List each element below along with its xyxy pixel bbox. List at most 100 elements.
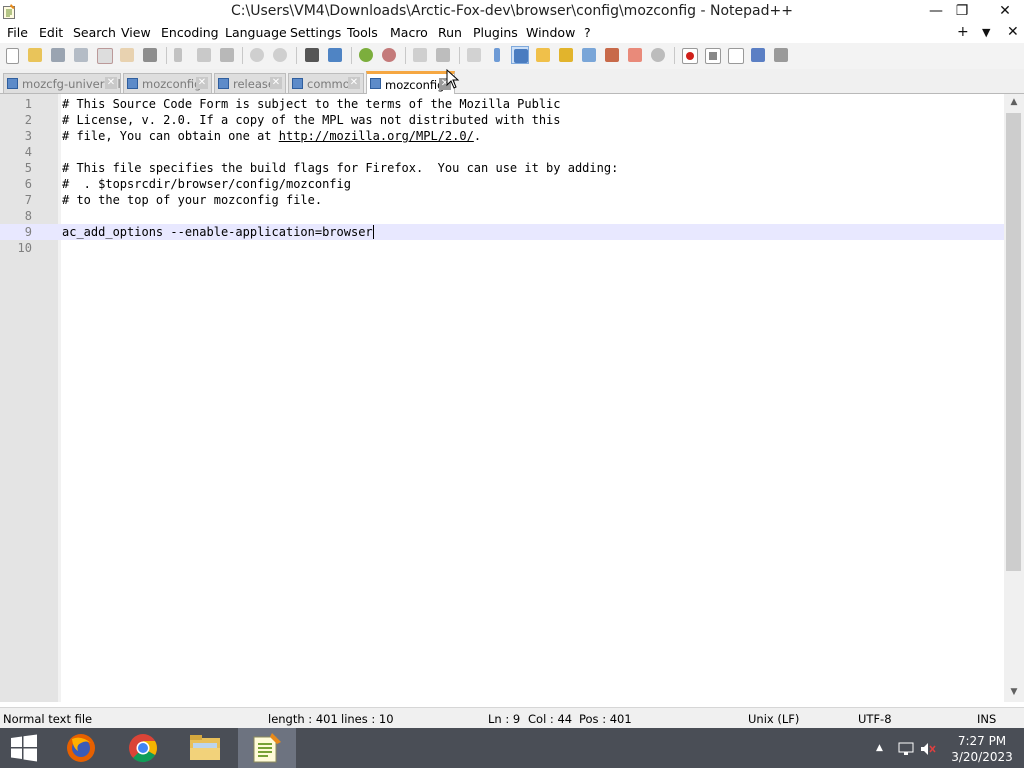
editor-line[interactable]: 4 [0,144,1004,160]
tab-mozcfg-universal[interactable]: mozcfg-universal ✕ [3,73,121,93]
menu-edit[interactable]: Edit [39,25,63,40]
function-list-icon[interactable] [603,46,621,64]
tab-mozconfig-1[interactable]: mozconfig ✕ [123,73,212,93]
document-list-icon[interactable] [580,46,598,64]
menu-view[interactable]: View [121,25,151,40]
run-macro-multiple-icon[interactable] [749,46,767,64]
menu-help[interactable]: ? [584,25,591,40]
menu-language[interactable]: Language [225,25,287,40]
word-wrap-icon[interactable] [465,46,483,64]
sync-horizontal-scroll-icon[interactable] [434,46,452,64]
menu-window[interactable]: Window [526,25,575,40]
user-defined-language-icon[interactable] [534,46,552,64]
scroll-up-icon[interactable]: ▲ [1004,94,1024,111]
scroll-thumb[interactable] [1006,113,1021,571]
vertical-scrollbar[interactable]: ▲ ▼ [1004,94,1024,702]
position-status: Pos : 401 [579,712,632,726]
zoom-in-icon[interactable] [357,46,375,64]
undo-icon[interactable] [248,46,266,64]
show-all-characters-icon[interactable] [488,46,506,64]
tab-common[interactable]: common ✕ [288,73,364,93]
record-macro-icon[interactable] [680,46,698,64]
editor-line[interactable]: 7 # to the top of your mozconfig file. [0,192,1004,208]
print-icon[interactable] [141,46,159,64]
tab-list-dropdown-icon[interactable]: ▼ [982,26,990,39]
menu-bar: File Edit Search View Encoding Language … [0,23,1024,43]
folder-as-workspace-icon[interactable] [626,46,644,64]
title-bar: C:\Users\VM4\Downloads\Arctic-Fox-dev\br… [0,0,1024,23]
close-document-icon[interactable]: ✕ [1007,24,1019,40]
new-tab-plus-icon[interactable]: + [957,24,969,40]
tab-close-icon[interactable]: ✕ [196,77,208,89]
sync-vertical-scroll-icon[interactable] [411,46,429,64]
editor-line[interactable]: 8 [0,208,1004,224]
menu-file[interactable]: File [7,25,28,40]
eol-format-status[interactable]: Unix (LF) [748,712,799,726]
monitoring-icon[interactable] [649,46,667,64]
clock[interactable]: 7:27 PM 3/20/2023 [942,733,1022,765]
menu-run[interactable]: Run [438,25,462,40]
network-icon[interactable] [898,742,914,756]
status-bar: Normal text file length : 401 lines : 10… [0,707,1024,729]
menu-tools[interactable]: Tools [347,25,378,40]
menu-encoding[interactable]: Encoding [161,25,219,40]
line-text-segment: # to the top of your mozconfig file. [62,193,323,207]
tab-close-icon[interactable]: ✕ [105,77,117,89]
editor-line[interactable]: 9 ac_add_options --enable-application=bro… [0,224,1004,240]
zoom-out-icon[interactable] [380,46,398,64]
tray-overflow-icon[interactable]: ▲ [876,743,883,753]
volume-muted-icon[interactable] [920,742,936,756]
copy-icon[interactable] [195,46,213,64]
url-link[interactable]: http://mozilla.org/MPL/2.0/ [279,129,474,143]
editor-line[interactable]: 3 # file, You can obtain one at http://mo… [0,128,1004,144]
encoding-status[interactable]: UTF-8 [858,712,892,726]
playback-macro-icon[interactable] [726,46,744,64]
tab-label: release [233,77,275,91]
scroll-down-icon[interactable]: ▼ [1004,684,1024,701]
editor-area[interactable]: 1 # This Source Code Form is subject to t… [0,94,1004,702]
menu-settings[interactable]: Settings [290,25,341,40]
notepad-plus-plus-icon [253,733,281,763]
paste-icon[interactable] [218,46,236,64]
editor-line[interactable]: 1 # This Source Code Form is subject to t… [0,96,1004,112]
replace-icon[interactable] [326,46,344,64]
save-icon[interactable] [49,46,67,64]
text-caret [372,225,374,239]
tab-mozconfig-active[interactable]: mozconfig ✕ [366,71,455,96]
menu-macro[interactable]: Macro [390,25,428,40]
tab-release[interactable]: release ✕ [214,73,286,93]
document-icon [218,78,229,89]
restore-button[interactable]: ❐ [947,1,977,21]
new-file-icon[interactable] [4,46,22,64]
document-icon [127,78,138,89]
close-all-icon[interactable] [118,46,136,64]
column-status: Col : 44 [528,712,573,726]
tab-close-icon[interactable]: ✕ [348,77,360,89]
taskbar-file-explorer[interactable] [176,728,234,768]
cut-icon[interactable] [172,46,190,64]
tab-close-icon[interactable]: ✕ [270,77,282,89]
taskbar-notepad-plus-plus[interactable] [238,728,296,768]
document-icon [292,78,303,89]
start-button[interactable] [0,728,48,768]
save-macro-icon[interactable] [772,46,790,64]
open-file-icon[interactable] [26,46,44,64]
editor-line[interactable]: 5 # This file specifies the build flags f… [0,160,1004,176]
editor-line[interactable]: 2 # License, v. 2.0. If a copy of the MPL… [0,112,1004,128]
redo-icon[interactable] [271,46,289,64]
document-map-icon[interactable] [557,46,575,64]
taskbar-firefox[interactable] [52,728,110,768]
indent-guide-icon[interactable] [511,46,529,64]
window-title: C:\Users\VM4\Downloads\Arctic-Fox-dev\br… [231,3,793,19]
close-button[interactable]: ✕ [987,1,1023,21]
find-icon[interactable] [303,46,321,64]
editor-line[interactable]: 6 # . $topsrcdir/browser/config/mozconfig [0,176,1004,192]
line-text-segment: # This file specifies the build flags fo… [62,161,619,175]
taskbar-chrome[interactable] [114,728,172,768]
menu-search[interactable]: Search [73,25,116,40]
editor-line[interactable]: 10 [0,240,1004,256]
save-all-icon[interactable] [72,46,90,64]
stop-recording-icon[interactable] [703,46,721,64]
close-file-icon[interactable] [95,46,113,64]
menu-plugins[interactable]: Plugins [473,25,518,40]
